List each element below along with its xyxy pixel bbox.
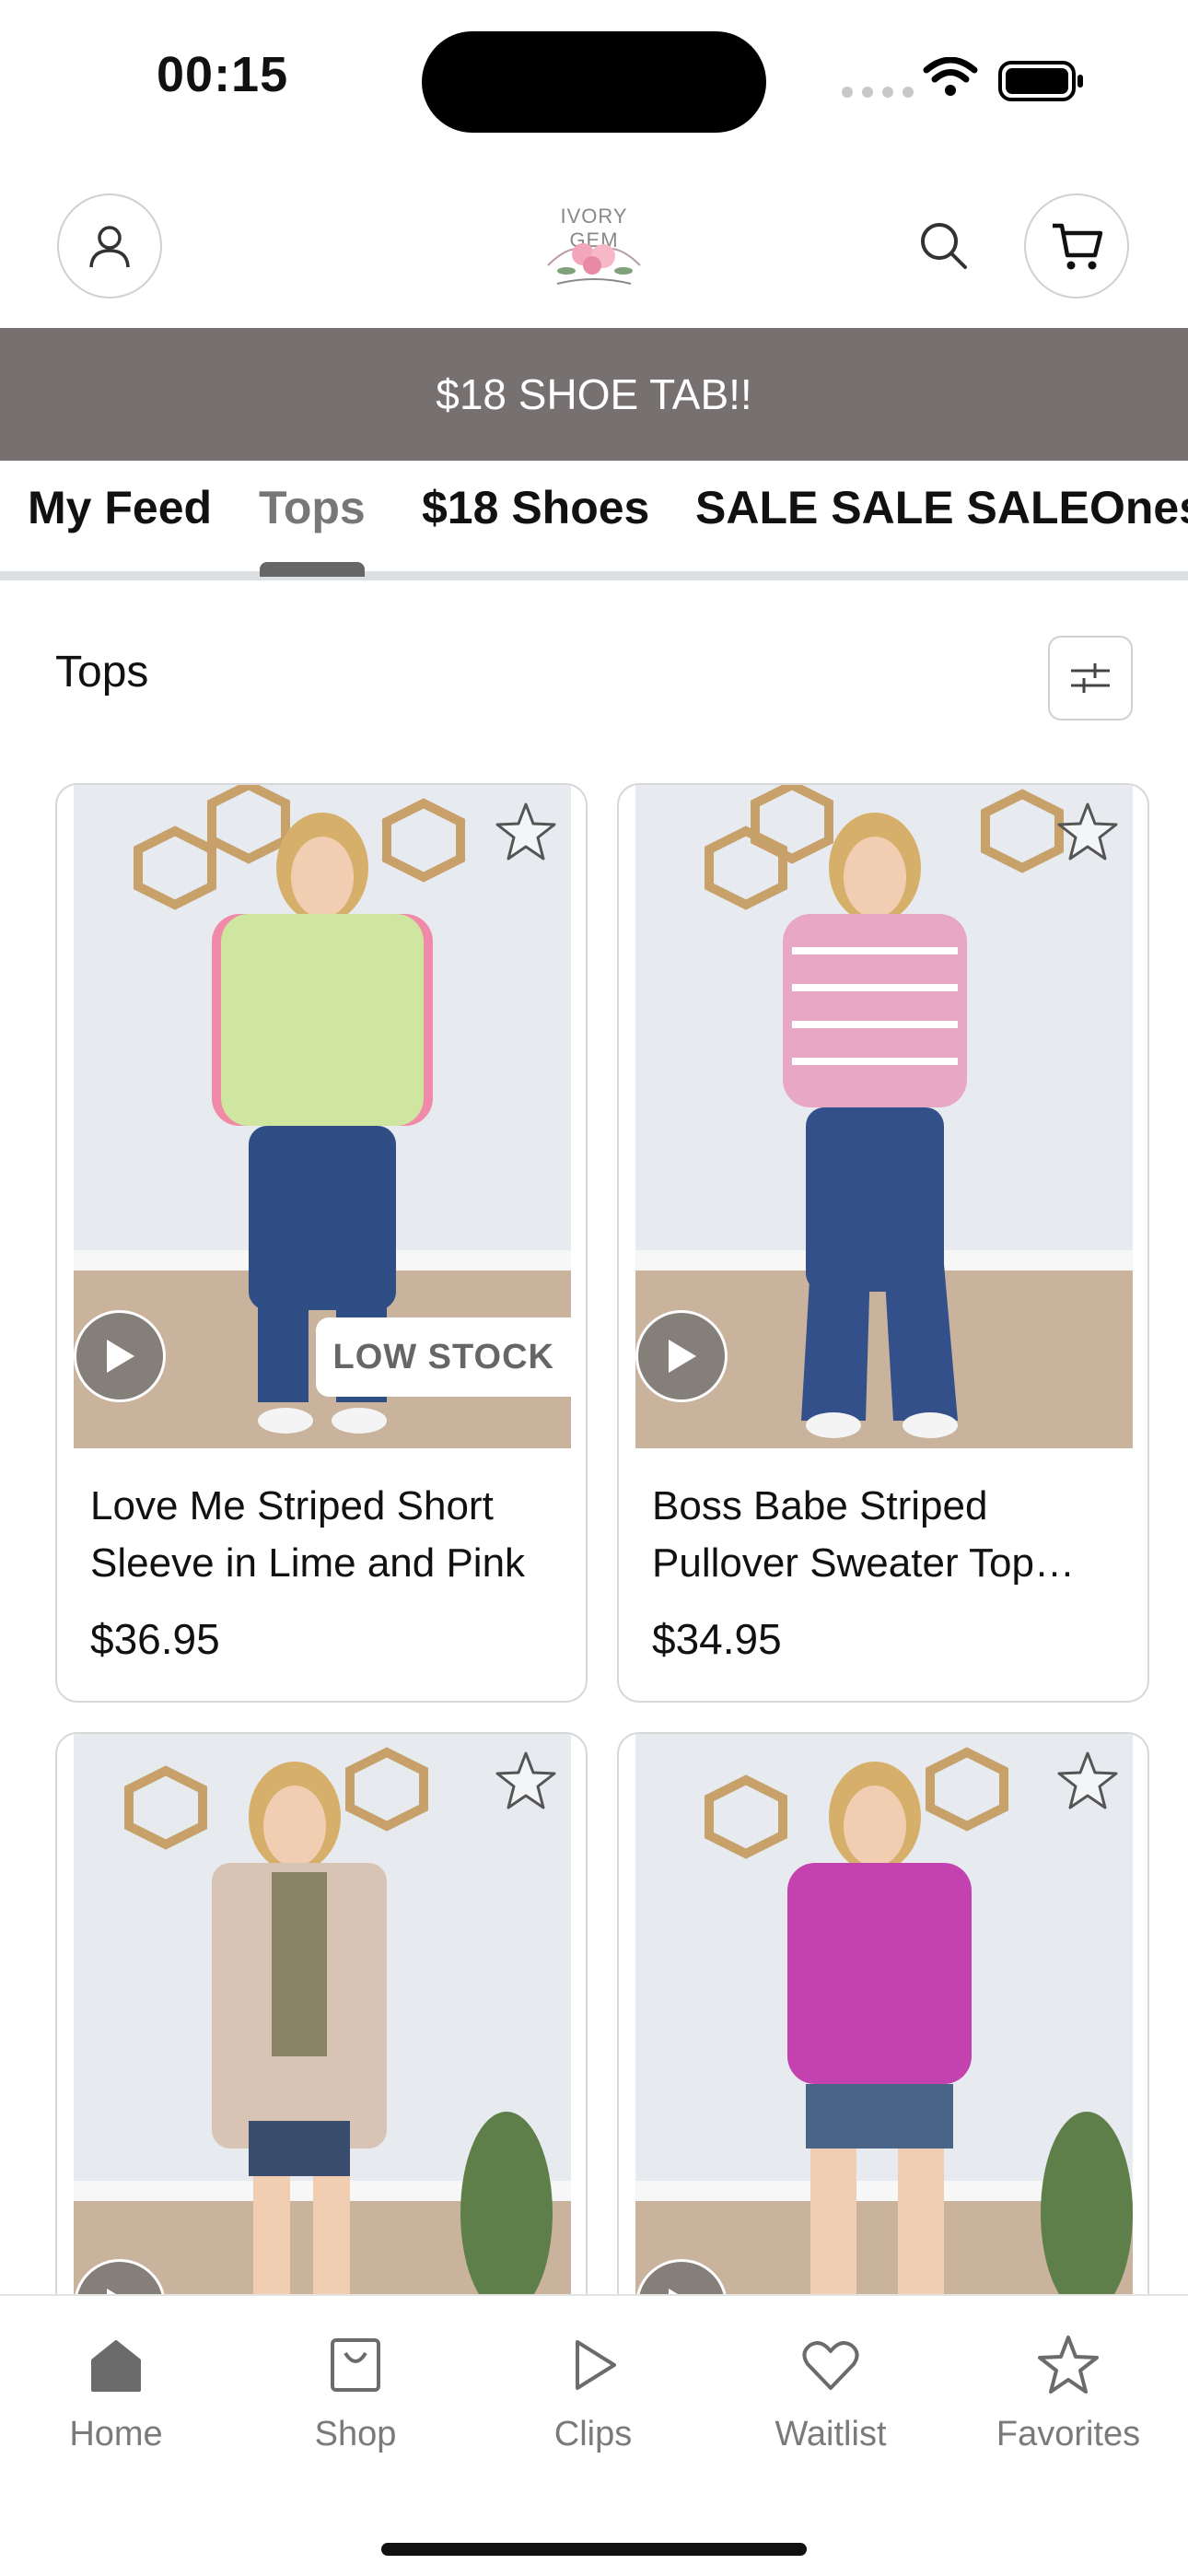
promo-banner-text: $18 SHOE TAB!! (436, 370, 752, 418)
garment-top (221, 914, 424, 1126)
battery-icon (998, 61, 1083, 101)
cart-icon (1053, 223, 1103, 270)
product-price: $36.95 (90, 1615, 220, 1663)
play-icon (669, 1340, 696, 1373)
star-icon[interactable] (494, 1749, 558, 1813)
garment-top (787, 1863, 972, 2084)
tab-18-shoes[interactable]: $18 Shoes (422, 481, 649, 534)
play-video-button[interactable] (74, 1310, 166, 1402)
tab-ones[interactable]: Ones (1089, 481, 1188, 534)
heart-icon (802, 2341, 859, 2390)
product-photo[interactable] (635, 785, 1133, 1448)
nav-label: Shop (314, 2415, 397, 2453)
brand-logo[interactable] (539, 228, 649, 293)
low-stock-badge: LOW STOCK (316, 1317, 571, 1397)
section-title: Tops (55, 648, 149, 697)
play-icon (576, 2340, 616, 2390)
nav-shop[interactable]: Shop (254, 2333, 457, 2454)
product-price: $34.95 (652, 1615, 782, 1663)
product-card[interactable]: LOW STOCK Love Me Striped Short Sleeve i… (55, 783, 588, 1703)
filter-button[interactable] (1048, 636, 1133, 720)
nav-label: Waitlist (775, 2415, 887, 2453)
play-icon (107, 1340, 134, 1373)
nav-label: Home (69, 2415, 163, 2453)
nav-home[interactable]: Home (15, 2333, 217, 2454)
product-photo[interactable]: LOW STOCK (74, 785, 571, 1448)
tab-my-feed[interactable]: My Feed (28, 481, 212, 534)
active-tab-indicator (260, 562, 365, 577)
star-icon[interactable] (1055, 1749, 1120, 1813)
nav-label: Favorites (996, 2415, 1141, 2453)
filter-sliders-icon (1071, 663, 1110, 693)
nav-favorites[interactable]: Favorites (967, 2333, 1170, 2454)
home-indicator (381, 2543, 807, 2556)
status-time: 00:15 (157, 47, 289, 102)
category-tabs: My Feed Tops $18 Shoes SALE SALE SALE On… (0, 461, 1188, 580)
play-video-button[interactable] (635, 1310, 728, 1402)
star-icon (1038, 2336, 1099, 2394)
star-icon[interactable] (494, 800, 558, 864)
product-card[interactable]: Boss Babe Striped Pullover Sweater Top… … (617, 783, 1149, 1703)
product-name[interactable]: Boss Babe Striped Pullover Sweater Top… (652, 1478, 1122, 1592)
shopping-bag-icon (331, 2338, 380, 2392)
person-icon (89, 226, 130, 268)
tab-sale[interactable]: SALE SALE SALE (695, 481, 1089, 534)
bottom-tab-bar: Home Shop Clips Waitlist Favorites (0, 2294, 1188, 2576)
dynamic-island (422, 31, 766, 133)
nav-label: Clips (553, 2415, 633, 2453)
cart-button[interactable] (1024, 193, 1129, 299)
product-name[interactable]: Love Me Striped Short Sleeve in Lime and… (90, 1478, 560, 1592)
home-icon (91, 2340, 141, 2392)
star-icon[interactable] (1055, 800, 1120, 864)
promo-banner[interactable]: $18 SHOE TAB!! (0, 328, 1188, 461)
cellular-signal-icon (842, 87, 914, 98)
account-button[interactable] (57, 193, 162, 299)
search-icon[interactable] (917, 219, 971, 273)
tab-tops[interactable]: Tops (259, 481, 366, 534)
garment-top (783, 914, 967, 1107)
wifi-icon (923, 57, 978, 96)
nav-clips[interactable]: Clips (492, 2333, 694, 2454)
nav-waitlist[interactable]: Waitlist (729, 2333, 932, 2454)
